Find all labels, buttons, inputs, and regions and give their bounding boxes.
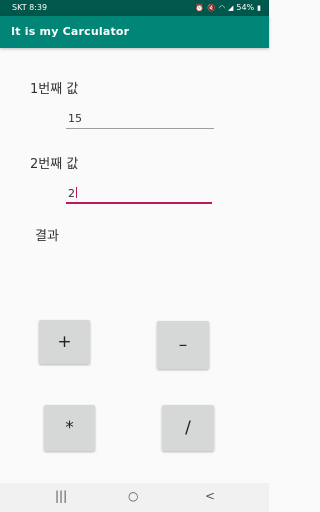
second-value-text: 2: [68, 187, 77, 200]
subtract-button[interactable]: –: [157, 321, 209, 369]
divide-button[interactable]: /: [162, 405, 214, 451]
result-label: 결과: [35, 229, 59, 244]
recents-icon[interactable]: |||: [55, 489, 67, 503]
first-value-text: 15: [68, 112, 82, 125]
first-value-label: 1번째 값: [30, 82, 79, 97]
second-value-label: 2번째 값: [30, 157, 79, 172]
home-icon[interactable]: ○: [128, 489, 138, 503]
first-value-underline: [66, 128, 214, 129]
first-value-input[interactable]: 15: [66, 109, 214, 129]
battery-icon: ▮: [257, 3, 261, 12]
carrier-time: SKT 8:39: [12, 3, 48, 12]
status-bar: SKT 8:39 ⏰ 🔇 ◠ ◢ 54% ▮: [0, 0, 269, 16]
mute-icon: 🔇: [207, 3, 216, 12]
add-button[interactable]: +: [39, 320, 90, 364]
second-value-input[interactable]: 2: [66, 184, 212, 204]
text-cursor: [76, 187, 77, 198]
signal-icon: ◢: [227, 3, 234, 12]
second-value-underline: [66, 202, 212, 204]
navigation-bar: ||| ○ <: [0, 483, 269, 512]
alarm-icon: ⏰: [195, 3, 205, 12]
wifi-icon: ◠: [218, 3, 225, 12]
app-title: It is my Carculator: [11, 25, 130, 38]
status-icons: ⏰ 🔇 ◠ ◢ 54% ▮: [195, 3, 261, 12]
back-icon[interactable]: <: [205, 489, 215, 503]
app-bar: It is my Carculator: [0, 16, 269, 48]
multiply-button[interactable]: *: [44, 405, 95, 451]
battery-percent: 54%: [236, 3, 255, 12]
